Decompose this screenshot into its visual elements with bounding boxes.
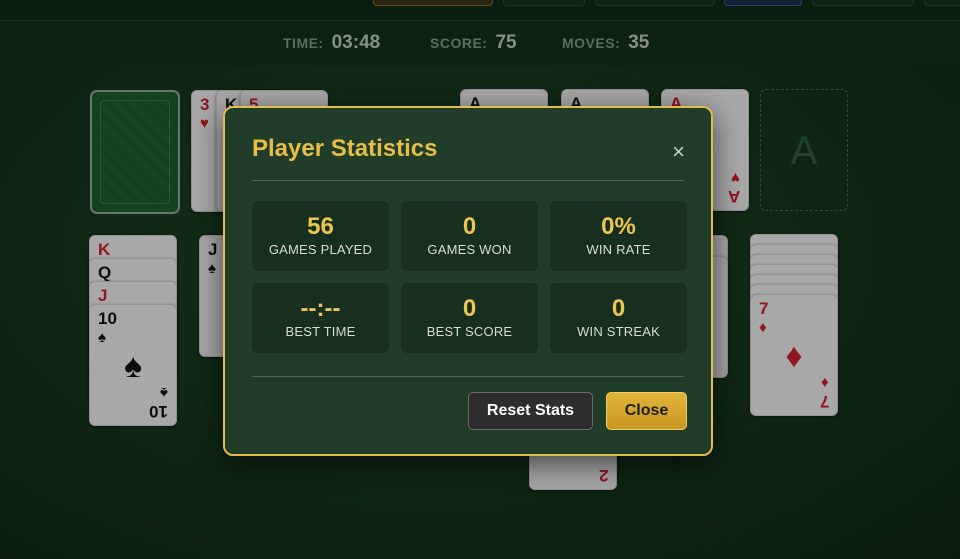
stat-tile-games-won: 0 GAMES WON [401,201,538,271]
stat-label: BEST SCORE [426,324,513,339]
stat-value: 0 [462,295,477,322]
divider [252,376,684,377]
stat-tile-best-score: 0 BEST SCORE [401,283,538,353]
stat-value: --:-- [300,295,341,322]
stat-value: 0 [462,213,477,240]
stat-value: 0 [611,295,626,322]
dialog-title: Player Statistics [252,135,438,162]
stat-label: WIN RATE [586,242,651,257]
stat-label: WIN STREAK [577,324,660,339]
stat-value: 0% [601,213,636,240]
close-icon[interactable]: × [672,141,685,163]
statistics-dialog: Player Statistics × 56 GAMES PLAYED 0 GA… [223,106,713,456]
reset-stats-button[interactable]: Reset Stats [468,392,593,430]
stat-tile-best-time: --:-- BEST TIME [252,283,389,353]
stat-label: BEST TIME [285,324,356,339]
close-button[interactable]: Close [606,392,687,430]
stat-label: GAMES PLAYED [268,242,373,257]
stat-value: 56 [307,213,334,240]
stat-label: GAMES WON [427,242,512,257]
divider [252,180,684,181]
stat-tile-games-played: 56 GAMES PLAYED [252,201,389,271]
stat-tile-win-rate: 0% WIN RATE [550,201,687,271]
stat-tile-win-streak: 0 WIN STREAK [550,283,687,353]
stats-grid: 56 GAMES PLAYED 0 GAMES WON 0% WIN RATE … [252,201,687,353]
